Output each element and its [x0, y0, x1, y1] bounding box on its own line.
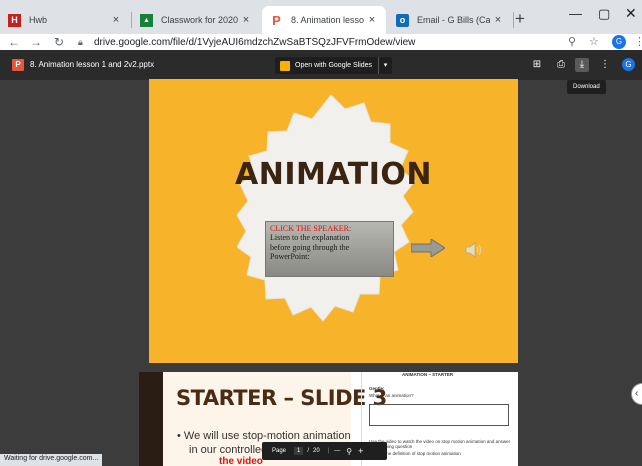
slide-title: ANIMATION	[235, 157, 432, 192]
open-with-button[interactable]: Open with Google Slides ▾	[275, 57, 393, 74]
slide-1: ANIMATION CLICK THE SPEAKER: Listen to t…	[149, 79, 518, 363]
tab-separator	[513, 12, 514, 28]
tab-hwb[interactable]: H Hwb ×	[0, 6, 130, 34]
forward-icon[interactable]: →	[30, 34, 42, 50]
instruction-line: Listen to the explanation	[270, 233, 350, 243]
bullet-line: • We will use stop-motion animation	[177, 430, 351, 442]
more-options-icon[interactable]: ⋮	[598, 58, 612, 72]
lock-icon: 🔒︎	[78, 37, 83, 47]
zoom-out-button[interactable]: —	[334, 448, 340, 454]
worksheet-label: Gentle:	[369, 386, 385, 391]
worksheet-label: What is an animation?	[369, 393, 414, 398]
browser-menu-icon[interactable]: ⋮	[634, 34, 642, 50]
page-total: 20	[313, 448, 320, 454]
print-icon[interactable]: ⎙	[554, 58, 568, 72]
close-icon[interactable]: ×	[364, 14, 380, 26]
add-comment-icon[interactable]: ⊞	[530, 58, 544, 72]
account-avatar[interactable]: G	[622, 58, 635, 71]
tab-title: 8. Animation lesson 1 an	[291, 15, 364, 25]
page-separator: /	[307, 448, 310, 454]
reload-icon[interactable]: ↻	[54, 34, 64, 50]
chevron-down-icon[interactable]: ▾	[378, 57, 392, 74]
window-close-icon[interactable]: ✕	[625, 5, 637, 22]
restore-icon[interactable]: ▢	[598, 6, 610, 22]
classroom-icon: ▲	[140, 13, 153, 27]
decorative-bar	[139, 372, 163, 466]
bookmark-star-icon[interactable]: ☆	[589, 34, 599, 50]
instruction-line: before going through the	[270, 242, 350, 252]
close-icon[interactable]: ×	[490, 14, 506, 26]
back-icon[interactable]: ←	[8, 34, 20, 50]
tab-title: Email - G Bills (Cardiff Hi	[417, 15, 490, 25]
tab-email[interactable]: o Email - G Bills (Cardiff Hi ×	[388, 6, 512, 34]
viewer-header: P 8. Animation lesson 1 and 2v2.pptx Ope…	[0, 50, 642, 80]
scalloped-burst-shape	[237, 95, 416, 322]
answer-box	[369, 404, 509, 426]
page-number-input[interactable]: 1	[294, 447, 304, 455]
tab-title: Hwb	[29, 15, 48, 25]
new-tab-button[interactable]: +	[515, 9, 525, 29]
tab-classwork[interactable]: ▲ Classwork for 2020 11D ×	[132, 6, 260, 34]
tab-title: Classwork for 2020 11D	[161, 15, 238, 25]
worksheet-header: ANIMATION – STARTER	[402, 372, 454, 377]
close-icon[interactable]: ×	[238, 14, 254, 26]
divider: |	[327, 448, 330, 454]
tab-animation-lesson[interactable]: P 8. Animation lesson 1 an ×	[262, 6, 386, 34]
status-bar: Waiting for drive.google.com...	[0, 454, 103, 466]
page-label: Page	[272, 448, 287, 454]
download-icon[interactable]: ⤓	[575, 58, 589, 72]
download-tooltip: Download	[567, 80, 606, 94]
right-arrow-icon	[411, 239, 445, 257]
profile-avatar[interactable]: G	[612, 35, 626, 49]
url-text: drive.google.com/file/d/1VyjeAUI6mdzchZw…	[94, 36, 416, 48]
zoom-icon[interactable]: ⚲	[568, 34, 576, 50]
page-controls: Page 1 / 20 | — ⚲ +	[262, 442, 387, 460]
minimize-icon[interactable]: —	[569, 6, 582, 21]
red-highlight-text: the video	[219, 456, 263, 466]
instruction-box: CLICK THE SPEAKER: Listen to the explana…	[265, 221, 394, 277]
zoom-icon[interactable]: ⚲	[346, 447, 352, 456]
speaker-icon[interactable]	[465, 241, 483, 259]
side-panel-toggle-icon[interactable]: ‹	[631, 383, 642, 405]
close-icon[interactable]: ×	[108, 14, 124, 26]
worksheet-label: Use the video to watch the video on stop…	[369, 439, 511, 449]
pptx-file-icon: P	[12, 59, 24, 71]
powerpoint-icon: P	[272, 12, 281, 28]
zoom-in-button[interactable]: +	[358, 446, 363, 456]
slide-2-title: STARTER – SLIDE 3	[176, 386, 387, 410]
instruction-heading: CLICK THE SPEAKER:	[270, 224, 352, 233]
instruction-line: PowerPoint:	[270, 252, 310, 262]
file-name: 8. Animation lesson 1 and 2v2.pptx	[30, 60, 155, 69]
google-slides-icon	[280, 60, 290, 71]
outlook-icon: o	[396, 13, 409, 27]
tab-strip: H Hwb × ▲ Classwork for 2020 11D × P 8. …	[0, 0, 642, 34]
open-with-label: Open with Google Slides	[295, 62, 373, 69]
address-bar[interactable]: 🔒︎ drive.google.com/file/d/1VyjeAUI6mdzc…	[78, 34, 558, 50]
hwb-icon: H	[8, 13, 21, 27]
browser-toolbar: ← → ↻ 🔒︎ drive.google.com/file/d/1VyjeAU…	[0, 34, 642, 50]
